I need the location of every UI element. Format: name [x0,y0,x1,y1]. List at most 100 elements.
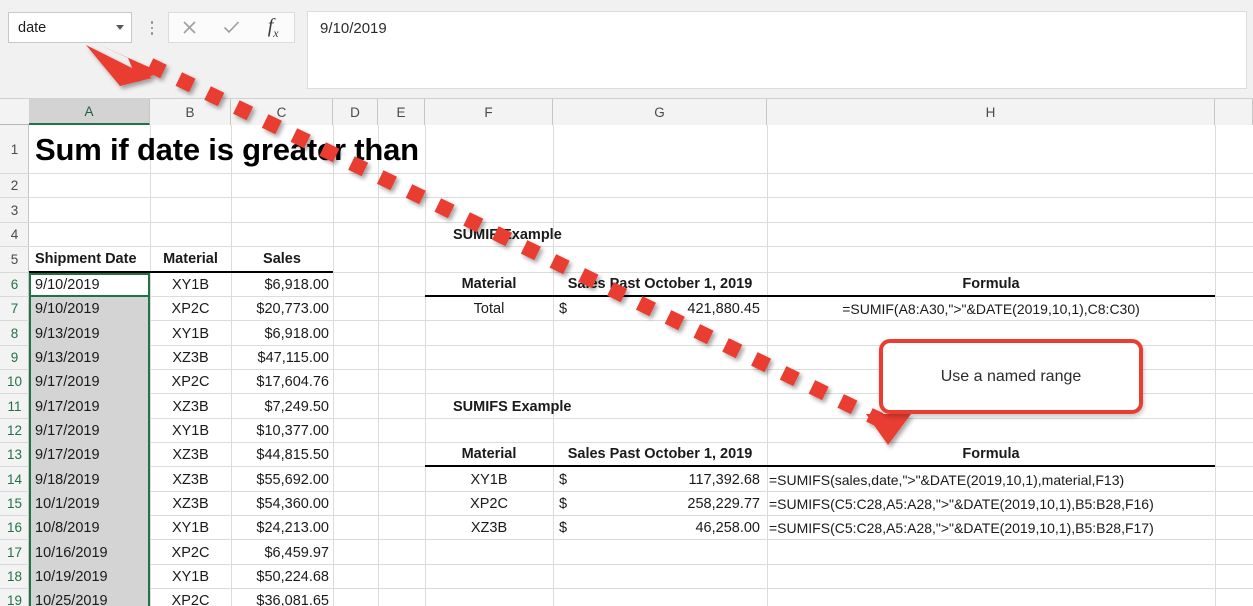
name-box[interactable]: date [8,12,132,43]
cell-sales[interactable]: $6,918.00 [231,321,333,346]
cell-material[interactable]: XY1B [150,565,231,589]
cell-material[interactable]: XZ3B [150,346,231,370]
row-header-17[interactable]: 17 [0,540,29,565]
column-header-f[interactable]: F [425,99,553,125]
sumifs-row-material[interactable]: XP2C [425,492,553,516]
cell-material[interactable]: XZ3B [150,394,231,419]
row-header-10[interactable]: 10 [0,370,29,394]
chevron-down-icon[interactable] [109,13,131,42]
cell-sales[interactable]: $47,115.00 [231,346,333,370]
row-header-18[interactable]: 18 [0,565,29,589]
row-header-8[interactable]: 8 [0,321,29,346]
cell-shipment-date[interactable]: 10/16/2019 [29,540,150,565]
column-header-g[interactable]: G [553,99,767,125]
cell-material[interactable]: XP2C [150,297,231,321]
cell-shipment-date[interactable]: 10/8/2019 [29,516,150,540]
row-header-12[interactable]: 12 [0,419,29,443]
cell-material[interactable]: XP2C [150,540,231,565]
kebab-menu-icon[interactable] [146,16,158,40]
cell-shipment-date[interactable]: 9/17/2019 [29,419,150,443]
row-header-1[interactable]: 1 [0,125,29,174]
header-sales[interactable]: Sales [231,247,333,273]
sumifs-row-amount[interactable]: $258,229.77 [553,492,767,516]
cell-material[interactable]: XY1B [150,321,231,346]
row-header-11[interactable]: 11 [0,394,29,419]
sumifs-row-material[interactable]: XY1B [425,467,553,492]
sumifs-row-material[interactable]: XZ3B [425,516,553,540]
sumifs-row-amount[interactable]: $117,392.68 [553,467,767,492]
sumifs-header-formula[interactable]: Formula [767,443,1215,467]
cell-sales[interactable]: $55,692.00 [231,467,333,492]
cell-shipment-date[interactable]: 9/13/2019 [29,321,150,346]
column-header-h[interactable]: H [767,99,1215,125]
sumif-row-amount[interactable]: $ 421,880.45 [553,297,767,321]
row-header-14[interactable]: 14 [0,467,29,492]
sheet-title[interactable]: Sum if date is greater than [29,125,589,174]
cell-material[interactable]: XP2C [150,370,231,394]
row-header-7[interactable]: 7 [0,297,29,321]
sumifs-header-sales[interactable]: Sales Past October 1, 2019 [553,443,767,467]
sumifs-row-amount[interactable]: $46,258.00 [553,516,767,540]
cell-shipment-date[interactable]: 9/10/2019 [29,273,150,297]
row-header-19[interactable]: 19 [0,589,29,606]
column-header-d[interactable]: D [333,99,378,125]
sumifs-heading[interactable]: SUMIFS Example [425,394,625,419]
cell-sales[interactable]: $44,815.50 [231,443,333,467]
column-header-e[interactable]: E [378,99,425,125]
cell-material[interactable]: XY1B [150,273,231,297]
header-shipment-date[interactable]: Shipment Date [29,247,150,273]
cell-material[interactable]: XZ3B [150,467,231,492]
sumif-header-formula[interactable]: Formula [767,273,1215,297]
sumif-row-material[interactable]: Total [425,297,553,321]
cell-shipment-date[interactable]: 9/17/2019 [29,443,150,467]
sumifs-row-formula[interactable]: =SUMIFS(C5:C28,A5:A28,">"&DATE(2019,10,1… [767,516,1215,540]
column-header-extra[interactable] [1215,99,1253,125]
row-header-4[interactable]: 4 [0,223,29,247]
cell-shipment-date[interactable]: 9/13/2019 [29,346,150,370]
cell-shipment-date[interactable]: 10/25/2019 [29,589,150,606]
cell-sales[interactable]: $10,377.00 [231,419,333,443]
cell-sales[interactable]: $54,360.00 [231,492,333,516]
column-header-a[interactable]: A [29,99,150,125]
sumif-header-material[interactable]: Material [425,273,553,297]
formula-input[interactable]: 9/10/2019 [307,11,1247,89]
cell-material[interactable]: XP2C [150,589,231,606]
header-material[interactable]: Material [150,247,231,273]
sumif-row-formula[interactable]: =SUMIF(A8:A30,">"&DATE(2019,10,1),C8:C30… [767,297,1215,321]
cell-shipment-date[interactable]: 10/1/2019 [29,492,150,516]
cell-material[interactable]: XZ3B [150,492,231,516]
sumif-header-sales[interactable]: Sales Past October 1, 2019 [553,273,767,297]
cell-shipment-date[interactable]: 9/17/2019 [29,394,150,419]
cell-shipment-date[interactable]: 9/17/2019 [29,370,150,394]
row-header-13[interactable]: 13 [0,443,29,467]
row-header-3[interactable]: 3 [0,198,29,223]
cell-sales[interactable]: $6,918.00 [231,273,333,297]
sumifs-row-formula[interactable]: =SUMIFS(sales,date,">"&DATE(2019,10,1),m… [767,467,1215,492]
sumif-heading[interactable]: SUMIF Example [425,223,625,247]
row-header-6[interactable]: 6 [0,273,29,297]
cell-sales[interactable]: $20,773.00 [231,297,333,321]
close-icon[interactable] [171,13,209,42]
cell-shipment-date[interactable]: 10/19/2019 [29,565,150,589]
cell-sales[interactable]: $36,081.65 [231,589,333,606]
sumifs-row-formula[interactable]: =SUMIFS(C5:C28,A5:A28,">"&DATE(2019,10,1… [767,492,1215,516]
cell-material[interactable]: XY1B [150,516,231,540]
row-header-16[interactable]: 16 [0,516,29,540]
row-header-5[interactable]: 5 [0,247,29,273]
check-icon[interactable] [212,13,250,42]
cell-material[interactable]: XZ3B [150,443,231,467]
cell-sales[interactable]: $7,249.50 [231,394,333,419]
sumifs-header-material[interactable]: Material [425,443,553,467]
row-header-15[interactable]: 15 [0,492,29,516]
cell-shipment-date[interactable]: 9/18/2019 [29,467,150,492]
cell-material[interactable]: XY1B [150,419,231,443]
cell-sales[interactable]: $17,604.76 [231,370,333,394]
column-header-c[interactable]: C [231,99,333,125]
cell-sales[interactable]: $24,213.00 [231,516,333,540]
cell-shipment-date[interactable]: 9/10/2019 [29,297,150,321]
column-header-b[interactable]: B [150,99,231,125]
cell-sales[interactable]: $50,224.68 [231,565,333,589]
cell-sales[interactable]: $6,459.97 [231,540,333,565]
row-header-9[interactable]: 9 [0,346,29,370]
fx-icon[interactable]: fx [254,13,292,42]
